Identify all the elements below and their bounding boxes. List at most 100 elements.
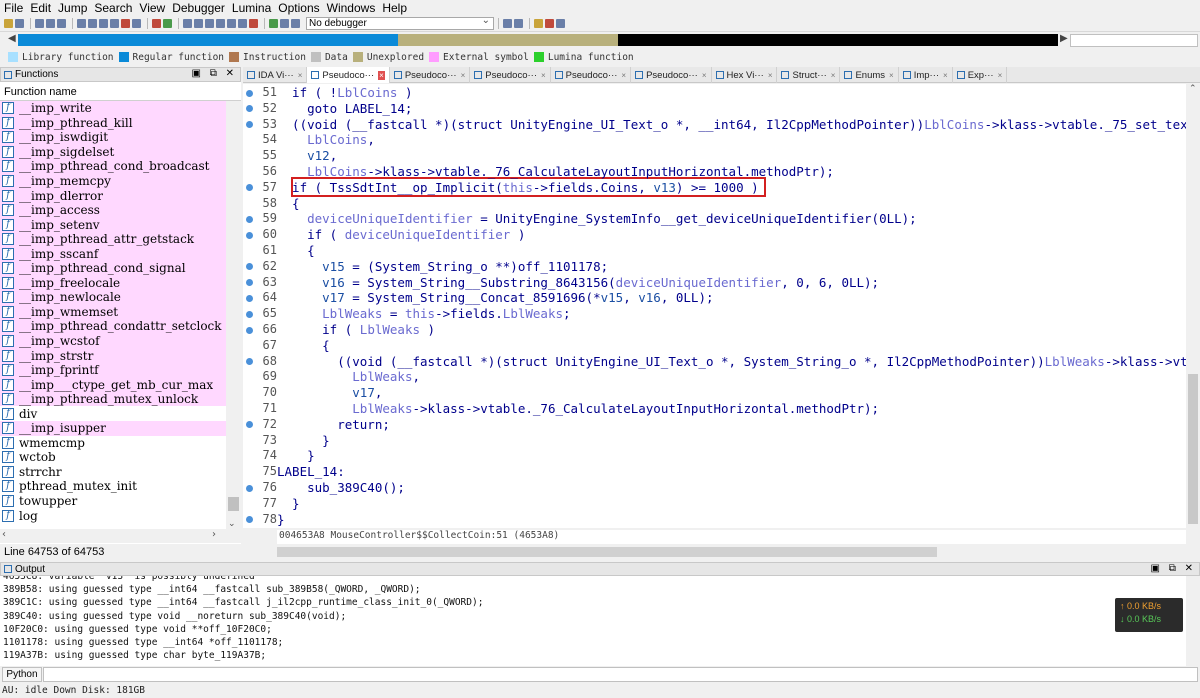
breakpoint-dot-icon[interactable] bbox=[246, 121, 253, 129]
tab-10[interactable]: Exp··· × bbox=[953, 67, 1008, 83]
scroll-up-icon[interactable]: ⌃ bbox=[1189, 84, 1197, 94]
code-line[interactable]: { bbox=[277, 196, 300, 212]
run-icon[interactable] bbox=[163, 19, 172, 28]
hex-view-icon[interactable] bbox=[132, 19, 141, 28]
breakpoint-dot-icon[interactable] bbox=[246, 215, 253, 223]
function-list-item[interactable]: f __imp_pthread_kill bbox=[0, 115, 226, 131]
tab-close-icon[interactable]: × bbox=[702, 71, 707, 80]
function-list-item[interactable]: f __imp_sscanf bbox=[0, 246, 226, 262]
tab-6[interactable]: Hex Vi··· × bbox=[712, 67, 778, 83]
scrollbar-thumb[interactable] bbox=[228, 497, 239, 511]
function-list-item[interactable]: f __imp_iswdigit bbox=[0, 130, 226, 145]
breakpoint-dot-icon[interactable] bbox=[246, 184, 253, 192]
tab-close-icon[interactable]: × bbox=[461, 71, 466, 80]
breakpoint-dot-icon[interactable] bbox=[246, 484, 253, 492]
output-vscrollbar[interactable] bbox=[1186, 576, 1200, 666]
function-list-item[interactable]: f log bbox=[0, 508, 226, 523]
save-icon[interactable] bbox=[15, 19, 24, 28]
breakpoint-dot-icon[interactable] bbox=[246, 358, 253, 366]
code-line[interactable]: { bbox=[277, 243, 315, 259]
function-list-item[interactable]: f __imp_pthread_attr_getstack bbox=[0, 231, 226, 247]
debugger-options-icon[interactable] bbox=[503, 19, 512, 28]
function-list-item[interactable]: f wctob bbox=[0, 450, 226, 465]
search-binary-icon[interactable] bbox=[88, 19, 97, 28]
nav-right-arrow-icon[interactable]: ▶ bbox=[1060, 33, 1068, 44]
function-list-item[interactable]: f __imp_pthread_mutex_unlock bbox=[0, 391, 226, 407]
function-list-item[interactable]: f __imp_setenv bbox=[0, 217, 226, 232]
code-line[interactable]: v12, bbox=[277, 148, 337, 164]
menu-debugger[interactable]: Debugger bbox=[172, 1, 225, 15]
scrollbar-thumb[interactable] bbox=[1188, 374, 1198, 524]
panel-controls-icon[interactable]: ▣ ⧉ ✕ bbox=[1150, 563, 1196, 574]
function-list-item[interactable]: f __imp_freelocale bbox=[0, 275, 226, 291]
code-line[interactable]: ((void (__fastcall *)(struct UnityEngine… bbox=[277, 354, 1186, 370]
function-list-item[interactable]: f __imp___ctype_get_mb_cur_max bbox=[0, 377, 226, 392]
function-list-item[interactable]: f towupper bbox=[0, 493, 226, 509]
code-line[interactable]: } bbox=[277, 496, 300, 512]
history-icon[interactable] bbox=[57, 19, 66, 28]
tab-close-icon[interactable]: × bbox=[768, 71, 773, 80]
code-line[interactable]: return; bbox=[277, 417, 390, 433]
code-line[interactable]: LABEL_14: bbox=[277, 464, 345, 480]
code-line[interactable]: if ( !LblCoins ) bbox=[277, 85, 412, 101]
function-list-item[interactable]: f __imp_isupper bbox=[0, 421, 226, 436]
menu-options[interactable]: Options bbox=[278, 1, 319, 15]
function-list-item[interactable]: f __imp_newlocale bbox=[0, 290, 226, 305]
calls-icon[interactable] bbox=[216, 19, 225, 28]
close-view-icon[interactable] bbox=[249, 19, 258, 28]
function-list-item[interactable]: f __imp_sigdelset bbox=[0, 144, 226, 160]
flowchart-icon[interactable] bbox=[194, 19, 203, 28]
breakpoint-dot-icon[interactable] bbox=[246, 89, 253, 97]
menu-file[interactable]: File bbox=[4, 1, 23, 15]
search-immediate-icon[interactable] bbox=[99, 19, 108, 28]
code-line[interactable]: v16 = System_String__Substring_8643156(d… bbox=[277, 275, 879, 291]
function-list-scrollbar[interactable]: ⌄ bbox=[226, 101, 241, 529]
forward-icon[interactable] bbox=[46, 19, 55, 28]
function-list-item[interactable]: f __imp_wcstof bbox=[0, 333, 226, 349]
scroll-down-icon[interactable]: ⌄ bbox=[228, 519, 236, 529]
tab-close-icon[interactable]: × bbox=[541, 71, 546, 80]
code-line[interactable]: v17, bbox=[277, 385, 382, 401]
function-list-item[interactable]: f __imp_pthread_cond_signal bbox=[0, 261, 226, 276]
navigation-band-dropdown[interactable] bbox=[1070, 34, 1198, 47]
function-list-item[interactable]: f __imp_pthread_condattr_setclock bbox=[0, 319, 226, 334]
function-list-item[interactable]: f strrchr bbox=[0, 464, 226, 480]
graph-icon[interactable] bbox=[183, 19, 192, 28]
menu-lumina[interactable]: Lumina bbox=[232, 1, 271, 15]
function-list-item[interactable]: f div bbox=[0, 406, 226, 422]
search-next-icon[interactable] bbox=[110, 19, 119, 28]
code-line[interactable]: LblWeaks = this->fields.LblWeaks; bbox=[277, 306, 570, 322]
tab-close-icon[interactable]: × bbox=[378, 70, 385, 80]
code-line[interactable]: v15 = (System_String_o **)off_1101178; bbox=[277, 259, 608, 275]
xrefs-icon[interactable] bbox=[205, 19, 214, 28]
stop-icon[interactable] bbox=[152, 19, 161, 28]
breakpoint-dot-icon[interactable] bbox=[246, 294, 253, 302]
panel-controls-icon[interactable]: ▣ ⧉ ✕ bbox=[191, 68, 237, 79]
tab-close-icon[interactable]: × bbox=[998, 71, 1003, 80]
tab-close-icon[interactable]: × bbox=[889, 71, 894, 80]
lumina-view-icon[interactable] bbox=[556, 19, 565, 28]
python-button[interactable]: Python bbox=[2, 667, 42, 682]
tab-4[interactable]: Pseudoco··· × bbox=[551, 67, 632, 83]
breakpoint-dot-icon[interactable] bbox=[246, 421, 253, 429]
function-list-item[interactable]: f wmemcmp bbox=[0, 435, 226, 451]
nav-left-arrow-icon[interactable]: ◀ bbox=[8, 33, 16, 44]
code-line[interactable]: { bbox=[277, 338, 330, 354]
code-line[interactable]: } bbox=[277, 512, 285, 528]
pseudocode-view[interactable]: 51 if ( !LblCoins ) 52 goto LABEL_14; 53 (… bbox=[243, 84, 1186, 528]
function-list-item[interactable]: f __imp_dlerror bbox=[0, 188, 226, 203]
menu-jump[interactable]: Jump bbox=[58, 1, 87, 15]
menu-edit[interactable]: Edit bbox=[30, 1, 51, 15]
code-line[interactable]: } bbox=[277, 448, 315, 464]
navigation-band[interactable]: ◀ ▶ bbox=[0, 33, 1200, 48]
code-line[interactable]: if ( deviceUniqueIdentifier ) bbox=[277, 227, 525, 243]
tab-1[interactable]: Pseudoco··· × bbox=[307, 67, 390, 83]
tab-2[interactable]: Pseudoco··· × bbox=[390, 67, 471, 83]
tab-close-icon[interactable]: × bbox=[621, 71, 626, 80]
menu-help[interactable]: Help bbox=[382, 1, 407, 15]
enums-icon[interactable] bbox=[238, 19, 247, 28]
function-name-column-header[interactable]: Function name bbox=[0, 84, 241, 101]
scroll-left-icon[interactable]: ‹ bbox=[2, 529, 6, 540]
tab-8[interactable]: Enums × bbox=[840, 67, 899, 83]
function-list-item[interactable]: f __imp_pthread_cond_broadcast bbox=[0, 159, 226, 174]
